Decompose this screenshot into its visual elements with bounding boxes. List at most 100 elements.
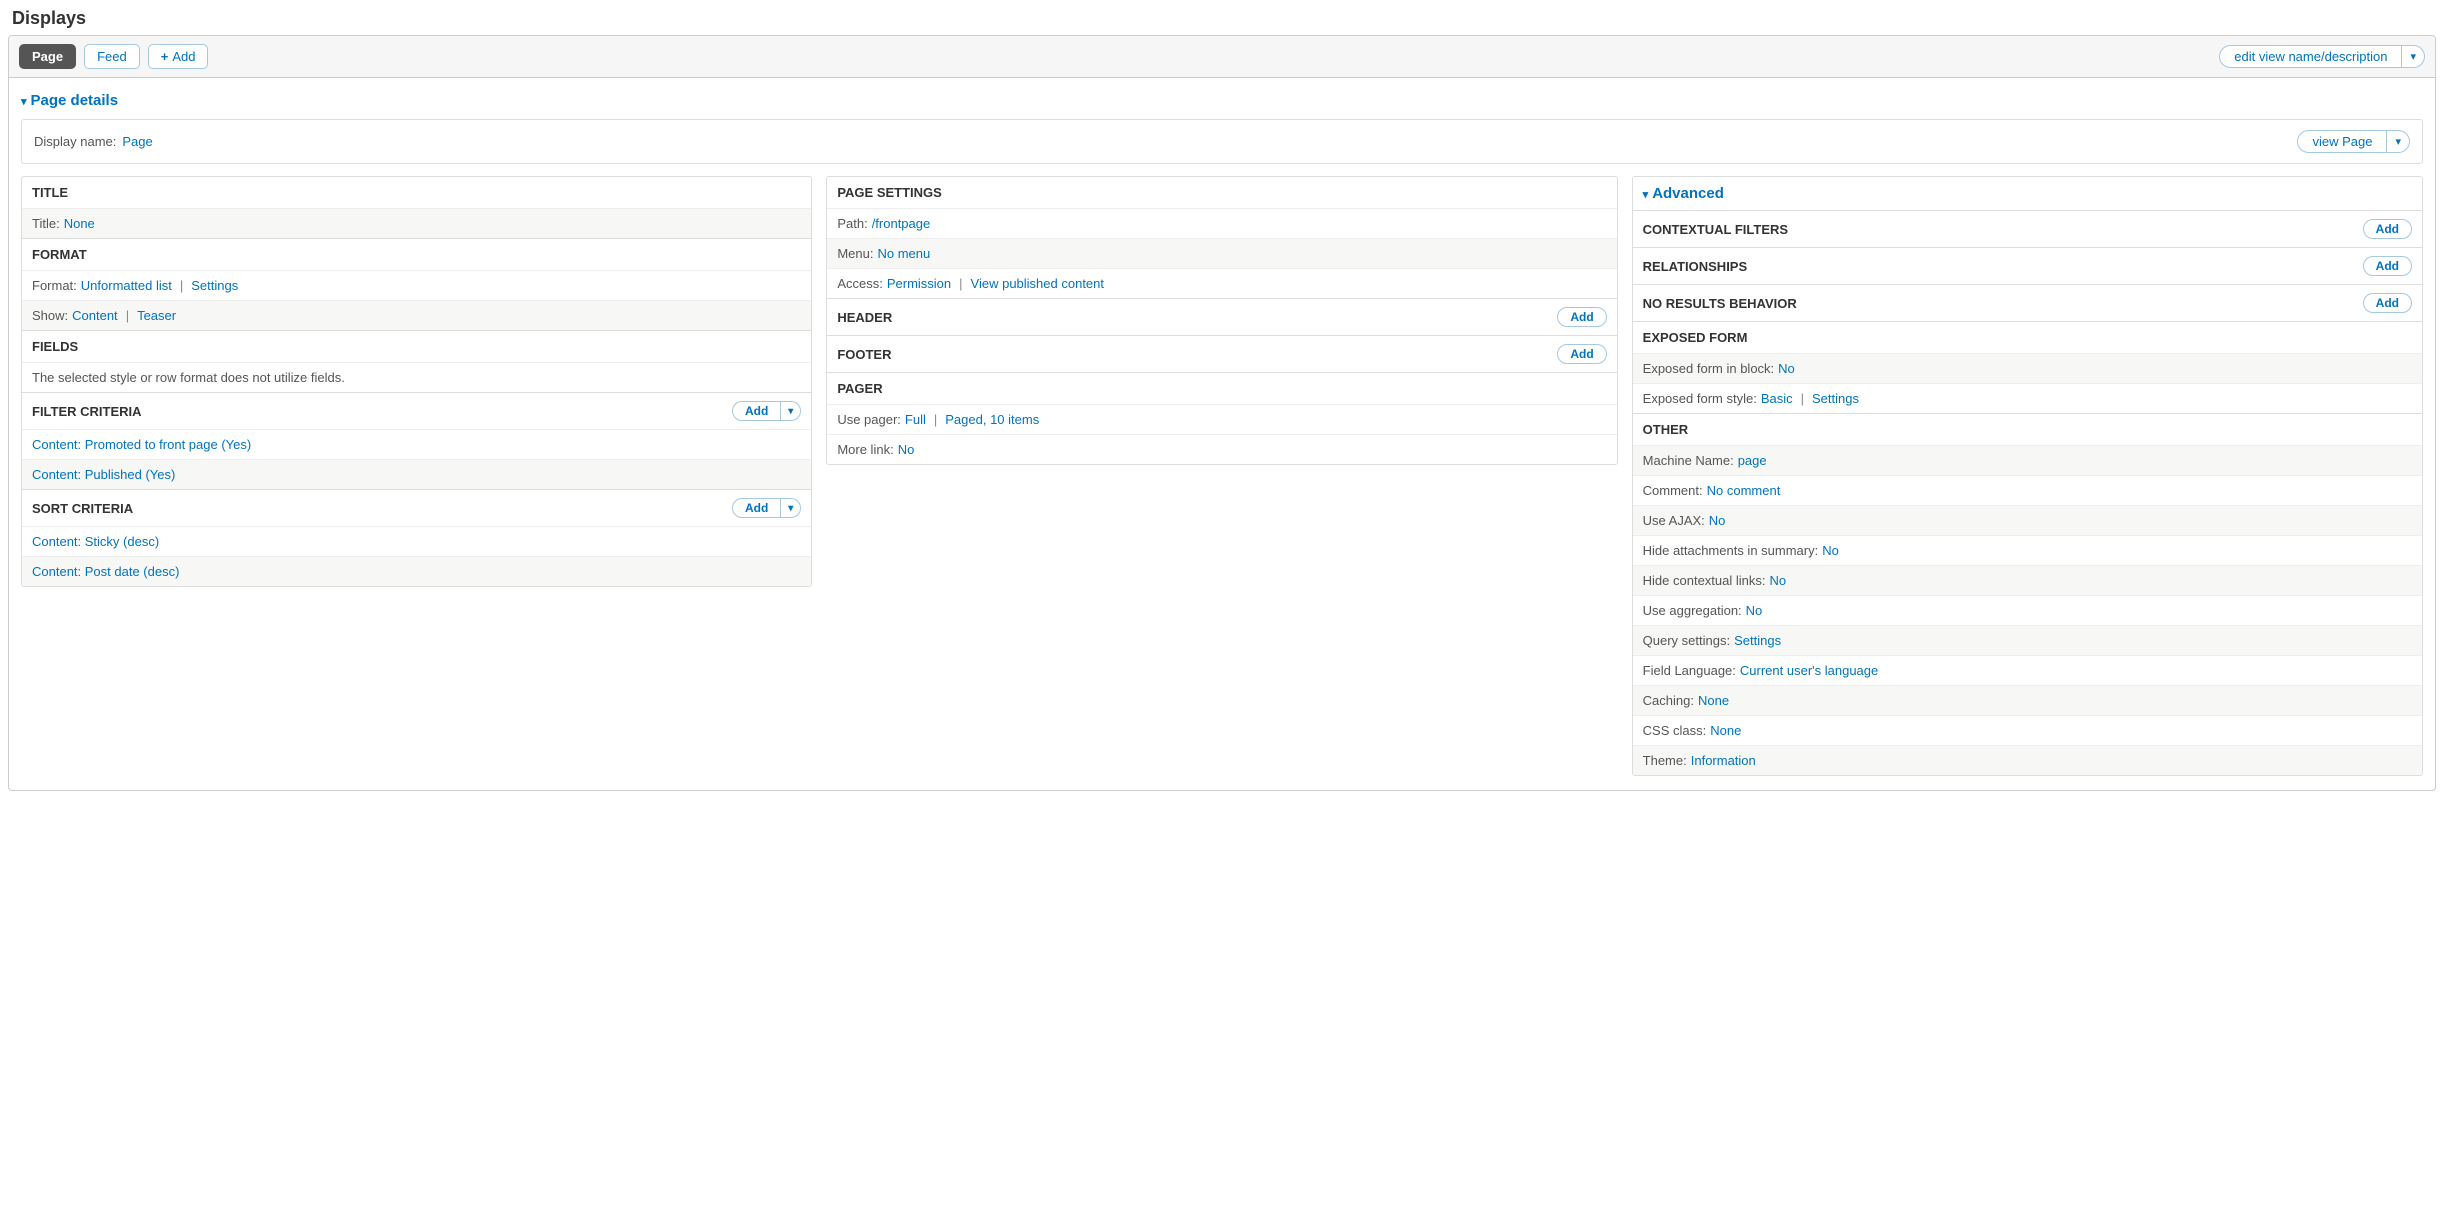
other-row-label: Machine Name: <box>1643 453 1734 468</box>
path-value[interactable]: /frontpage <box>872 216 931 231</box>
view-page-split: view Page ▾ <box>2297 130 2410 153</box>
display-tabbar: Page Feed +Add edit view name/descriptio… <box>9 36 2435 78</box>
show-value[interactable]: Content <box>72 308 118 323</box>
use-pager-label: Use pager: <box>837 412 901 427</box>
path-label: Path: <box>837 216 867 231</box>
exposed-head: EXPOSED FORM <box>1633 321 2422 353</box>
sort-item: Content: Post date (desc) <box>22 556 811 586</box>
tab-page[interactable]: Page <box>19 44 76 69</box>
menu-label: Menu: <box>837 246 873 261</box>
other-row: Field Language: Current user's language <box>1633 655 2422 685</box>
other-row-value[interactable]: page <box>1738 453 1767 468</box>
header-head-label: HEADER <box>837 310 892 325</box>
separator: | <box>122 308 133 323</box>
tab-feed[interactable]: Feed <box>84 44 140 69</box>
tab-add[interactable]: +Add <box>148 44 209 69</box>
other-row-value[interactable]: No <box>1709 513 1726 528</box>
other-row-value[interactable]: Current user's language <box>1740 663 1878 678</box>
sort-item: Content: Sticky (desc) <box>22 526 811 556</box>
sort-section-head: SORT CRITERIA Add ▾ <box>22 489 811 526</box>
other-row-value[interactable]: None <box>1710 723 1741 738</box>
page-settings-head: PAGE SETTINGS <box>827 177 1616 208</box>
exposed-style-label: Exposed form style: <box>1643 391 1757 406</box>
format-row: Format: Unformatted list | Settings <box>22 270 811 300</box>
title-label: Title: <box>32 216 60 231</box>
format-value[interactable]: Unformatted list <box>81 278 172 293</box>
exposed-block-label: Exposed form in block: <box>1643 361 1775 376</box>
other-row-value[interactable]: No <box>1770 573 1787 588</box>
menu-row: Menu: No menu <box>827 238 1616 268</box>
noresults-add-button[interactable]: Add <box>2363 293 2412 313</box>
access-value[interactable]: Permission <box>887 276 951 291</box>
menu-value[interactable]: No menu <box>877 246 930 261</box>
other-row-value[interactable]: No comment <box>1707 483 1781 498</box>
filter-section-head: FILTER CRITERIA Add ▾ <box>22 392 811 429</box>
exposed-block-value[interactable]: No <box>1778 361 1795 376</box>
other-row-value[interactable]: No <box>1746 603 1763 618</box>
title-section-head: TITLE <box>22 177 811 208</box>
view-page-dropdown[interactable]: ▾ <box>2387 130 2410 153</box>
advanced-toggle[interactable]: ▾Advanced <box>1633 177 2422 210</box>
edit-view-dropdown[interactable]: ▾ <box>2402 45 2425 68</box>
other-row: Theme: Information <box>1633 745 2422 775</box>
other-row-value[interactable]: Settings <box>1734 633 1781 648</box>
sort-add-button[interactable]: Add <box>732 498 781 518</box>
filter-link-0[interactable]: Content: Promoted to front page (Yes) <box>32 437 251 452</box>
other-row-value[interactable]: No <box>1822 543 1839 558</box>
other-row-label: Hide contextual links: <box>1643 573 1766 588</box>
other-row-label: Use aggregation: <box>1643 603 1742 618</box>
pager-section-head: PAGER <box>827 372 1616 404</box>
access-extra[interactable]: View published content <box>971 276 1104 291</box>
footer-add-button[interactable]: Add <box>1557 344 1606 364</box>
display-name-label: Display name: <box>34 134 116 149</box>
relationships-add-button[interactable]: Add <box>2363 256 2412 276</box>
other-row-value[interactable]: None <box>1698 693 1729 708</box>
format-settings[interactable]: Settings <box>191 278 238 293</box>
sort-add-dropdown[interactable]: ▾ <box>781 498 801 518</box>
displays-heading: Displays <box>12 8 2436 29</box>
show-row: Show: Content | Teaser <box>22 300 811 330</box>
col2-panel: PAGE SETTINGS Path: /frontpage Menu: No … <box>826 176 1617 465</box>
filter-link-1[interactable]: Content: Published (Yes) <box>32 467 175 482</box>
view-page-button[interactable]: view Page <box>2297 130 2387 153</box>
plus-icon: + <box>161 49 169 64</box>
contextual-add-button[interactable]: Add <box>2363 219 2412 239</box>
show-teaser[interactable]: Teaser <box>137 308 176 323</box>
exposed-style-value[interactable]: Basic <box>1761 391 1793 406</box>
edit-view-button[interactable]: edit view name/description <box>2219 45 2402 68</box>
display-name-value[interactable]: Page <box>122 134 152 149</box>
caret-down-icon: ▾ <box>1643 188 1649 201</box>
filter-add-dropdown[interactable]: ▾ <box>781 401 801 421</box>
display-name-row: Display name: Page view Page ▾ <box>21 119 2423 164</box>
show-label: Show: <box>32 308 68 323</box>
more-link-label: More link: <box>837 442 893 457</box>
other-row: Query settings: Settings <box>1633 625 2422 655</box>
use-pager-value[interactable]: Full <box>905 412 926 427</box>
page-details-label: Page details <box>31 92 119 109</box>
exposed-style-settings[interactable]: Settings <box>1812 391 1859 406</box>
displays-container: Page Feed +Add edit view name/descriptio… <box>8 35 2436 791</box>
other-row-label: Query settings: <box>1643 633 1730 648</box>
use-pager-extra[interactable]: Paged, 10 items <box>945 412 1039 427</box>
fields-section-head: FIELDS <box>22 330 811 362</box>
sort-link-0[interactable]: Content: Sticky (desc) <box>32 534 159 549</box>
access-label: Access: <box>837 276 883 291</box>
filter-add-button[interactable]: Add <box>732 401 781 421</box>
other-row-label: CSS class: <box>1643 723 1707 738</box>
format-label: Format: <box>32 278 77 293</box>
title-value[interactable]: None <box>64 216 95 231</box>
more-link-value[interactable]: No <box>898 442 915 457</box>
header-section-head: HEADER Add <box>827 298 1616 335</box>
other-row: Hide attachments in summary: No <box>1633 535 2422 565</box>
access-row: Access: Permission | View published cont… <box>827 268 1616 298</box>
col3-panel: ▾Advanced CONTEXTUAL FILTERS Add RELATIO… <box>1632 176 2423 776</box>
sort-link-1[interactable]: Content: Post date (desc) <box>32 564 179 579</box>
separator: | <box>1797 391 1808 406</box>
other-row-value[interactable]: Information <box>1691 753 1756 768</box>
footer-section-head: FOOTER Add <box>827 335 1616 372</box>
filter-item: Content: Promoted to front page (Yes) <box>22 429 811 459</box>
exposed-block-row: Exposed form in block: No <box>1633 353 2422 383</box>
other-row-label: Comment: <box>1643 483 1703 498</box>
page-details-toggle[interactable]: ▾Page details <box>21 88 2423 113</box>
header-add-button[interactable]: Add <box>1557 307 1606 327</box>
